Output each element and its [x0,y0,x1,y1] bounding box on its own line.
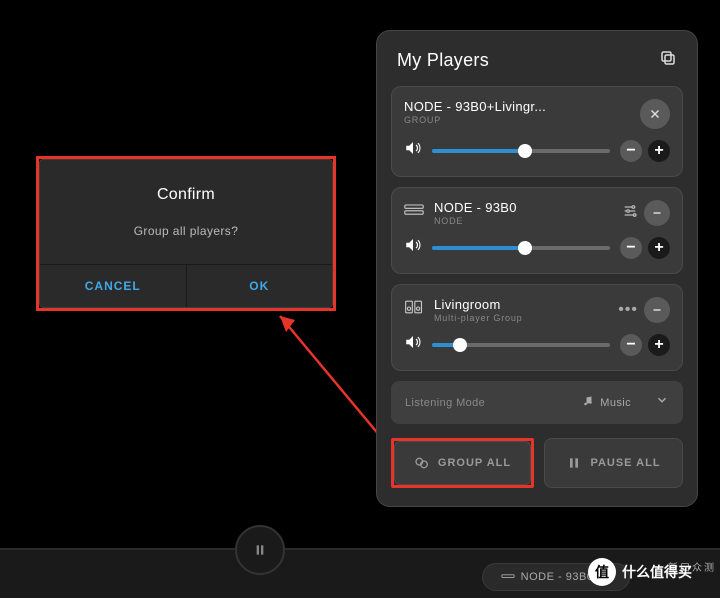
group-all-button[interactable]: GROUP ALL [394,441,531,485]
group-all-highlight: GROUP ALL [391,438,534,488]
player-subtitle: Multi-player Group [434,313,608,323]
listening-mode-value: Music [600,397,631,409]
volume-icon [404,236,422,259]
dialog-message: Group all players? [40,224,332,238]
remove-button[interactable] [644,200,670,226]
player-subtitle: GROUP [404,115,630,125]
volume-icon [404,139,422,162]
copy-icon[interactable] [659,49,677,72]
watermark-text: 什么值得买 [622,562,692,582]
pause-all-label: PAUSE ALL [590,457,660,469]
panel-actions: GROUP ALL PAUSE ALL [391,438,683,488]
close-button[interactable] [640,99,670,129]
more-icon[interactable]: ••• [618,301,638,319]
device-icon-small [501,572,515,582]
watermark: 值 什么值得买 [588,558,692,586]
pause-all-button[interactable]: PAUSE ALL [544,438,683,488]
volume-row: − + [404,139,670,162]
dialog-body: Group all players? [40,218,332,264]
play-pause-button[interactable] [235,525,285,575]
volume-up-button[interactable]: + [648,334,670,356]
player-info: NODE - 93B0+Livingr... GROUP [404,99,630,125]
listening-mode-select[interactable]: Listening Mode Music [391,381,683,424]
players-panel: My Players NODE - 93B0+Livingr... GROUP [376,30,698,507]
player-info: NODE - 93B0 NODE [434,200,612,226]
remove-button[interactable] [644,297,670,323]
volume-icon [404,333,422,356]
music-note-icon [582,394,594,412]
confirm-dialog: Confirm Group all players? CANCEL OK [39,159,333,308]
panel-header: My Players [391,45,683,86]
volume-up-button[interactable]: + [648,140,670,162]
player-name: NODE - 93B0 [434,200,612,215]
dialog-title: Confirm [40,186,332,204]
player-name: NODE - 93B0+Livingr... [404,99,630,114]
volume-down-button[interactable]: − [620,237,642,259]
chevron-down-icon [655,393,669,412]
settings-icon[interactable] [622,203,638,224]
device-icon [404,202,424,223]
watermark-logo: 值 [588,558,616,586]
dialog-buttons: CANCEL OK [40,264,332,307]
cancel-button[interactable]: CANCEL [40,265,187,307]
volume-row: − + [404,236,670,259]
player-name: Livingroom [434,297,608,312]
speakers-icon [404,299,424,320]
player-card-group[interactable]: NODE - 93B0+Livingr... GROUP − + [391,86,683,177]
dialog-header: Confirm [40,160,332,218]
confirm-dialog-highlight: Confirm Group all players? CANCEL OK [36,156,336,311]
player-subtitle: NODE [434,216,612,226]
volume-down-button[interactable]: − [620,334,642,356]
player-card-livingroom[interactable]: Livingroom Multi-player Group ••• − + [391,284,683,371]
volume-down-button[interactable]: − [620,140,642,162]
group-all-label: GROUP ALL [438,457,511,469]
volume-up-button[interactable]: + [648,237,670,259]
volume-slider[interactable] [432,246,610,250]
ok-button[interactable]: OK [187,265,333,307]
player-card-node[interactable]: NODE - 93B0 NODE − + [391,187,683,274]
volume-slider[interactable] [432,149,610,153]
panel-title: My Players [397,50,489,71]
volume-slider[interactable] [432,343,610,347]
volume-row: − + [404,333,670,356]
listening-mode-label: Listening Mode [405,397,582,409]
player-info: Livingroom Multi-player Group [434,297,608,323]
